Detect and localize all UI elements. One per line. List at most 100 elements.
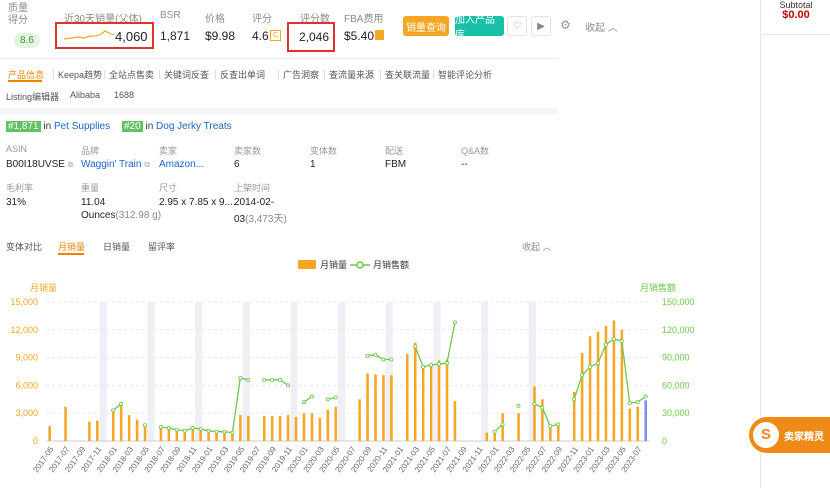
tab-2[interactable]: 全站点售卖 (109, 68, 154, 81)
revenue-point (389, 357, 394, 362)
revenue-point (444, 361, 449, 366)
sales-chart: 0 0 3,000 30,000 6,000 60,000 9,000 90,000 12,00… (10, 259, 694, 474)
heart-icon[interactable]: ♡ (507, 16, 527, 36)
tab-8[interactable]: 智能评论分析 (438, 68, 492, 81)
tab-5[interactable]: 广告洞察 (283, 68, 319, 81)
weight-value-line1: 11.04 (81, 197, 106, 208)
tab-4[interactable]: 反查出单词 (220, 68, 265, 81)
qa-value: -- (461, 159, 468, 170)
tab-3[interactable]: 关键词反查 (164, 68, 209, 81)
revenue-point (643, 394, 648, 399)
sales-bar (501, 413, 504, 441)
sales-bar (374, 374, 377, 441)
chart-collapse-label: 收起 (522, 242, 541, 252)
revenue-point (587, 364, 592, 369)
revenue-point (278, 377, 283, 382)
delivery-value: FBM (385, 159, 407, 170)
seller-count-label: 卖家数 (234, 146, 262, 156)
revenue-point (532, 401, 537, 406)
sales-bar (326, 409, 330, 441)
revenue-point (325, 397, 330, 402)
subtab-3[interactable]: 留评率 (148, 240, 175, 253)
calculator-icon[interactable] (375, 30, 384, 40)
revenue-point (222, 429, 227, 434)
collapse-toggle[interactable]: 收起 ︿ (585, 19, 618, 34)
sales-bar (119, 403, 123, 441)
sales-bar (286, 415, 290, 441)
sales-bar (143, 425, 147, 441)
revenue-point (516, 403, 521, 408)
subtab-0[interactable]: 变体对比 (6, 240, 42, 253)
tab-separator (104, 70, 105, 79)
tab-row2-1[interactable]: Alibaba (70, 90, 100, 100)
tab-separator (380, 70, 381, 79)
listed-value-line1: 2014-02- (234, 197, 275, 208)
sales-bar (239, 415, 242, 441)
rank-dog-jerky: #20 in Dog Jerky Treats (122, 121, 232, 132)
tab-row2-2[interactable]: 1688 (114, 90, 134, 100)
rank-in-text: in (43, 121, 52, 132)
revenue-point (174, 427, 179, 432)
size-label: 尺寸 (159, 183, 178, 193)
sales-bar (48, 426, 51, 441)
revenue-point (381, 357, 386, 362)
sales-query-button[interactable]: 销量查询 (403, 16, 449, 36)
seller-link[interactable]: Amazon... (159, 159, 204, 170)
revenue-point (111, 408, 116, 413)
revenue-point (635, 400, 640, 405)
chart-collapse-toggle[interactable]: 收起 ︿ (522, 240, 552, 253)
revenue-point (452, 320, 457, 325)
size-value: 2.95 x 7.85 x 9.... (159, 197, 236, 208)
revenue-point (365, 353, 370, 358)
sales-bar (533, 386, 536, 441)
tab-6[interactable]: 查流量来源 (329, 68, 374, 81)
brand-link[interactable]: Waggin' Train (81, 159, 141, 170)
tab-7[interactable]: 查关联流量 (385, 68, 430, 81)
highlight-box-sales (55, 22, 154, 49)
revenue-point (611, 337, 616, 342)
y-right-tick: 90,000 (662, 353, 690, 363)
sales-bar (111, 410, 115, 441)
subtab-1[interactable]: 月销量 (58, 240, 85, 253)
sales-bar (485, 432, 489, 441)
category-link-pet-supplies[interactable]: Pet Supplies (54, 121, 110, 132)
brand-value: Waggin' Train ⧉ (81, 159, 150, 170)
revenue-point (603, 342, 608, 347)
sales-bar (247, 415, 250, 441)
copy-icon[interactable]: ⧉ (68, 160, 74, 169)
y-left-tick: 15,000 (10, 297, 38, 307)
brand-widget[interactable]: S 卖家精灵 (749, 417, 830, 453)
legend-revenue-marker (356, 261, 364, 269)
revenue-point (429, 363, 434, 368)
sales-bar (302, 413, 306, 441)
y-right-tick: 0 (662, 436, 667, 446)
revenue-point (619, 338, 624, 343)
seller-label: 卖家 (159, 146, 178, 156)
subtab-2[interactable]: 日销量 (103, 240, 130, 253)
category-link-dog-jerky[interactable]: Dog Jerky Treats (156, 121, 232, 132)
sales-bar (223, 432, 226, 441)
y-right-tick: 30,000 (662, 408, 690, 418)
video-icon[interactable]: ▶ (531, 16, 551, 36)
gear-icon[interactable]: ⚙ (560, 18, 571, 32)
add-to-library-button[interactable]: 加入产品库 (455, 15, 504, 41)
quality-score-badge: 8.6 (14, 33, 40, 48)
tab-row2-0[interactable]: Listing编辑器 (6, 90, 59, 103)
sales-bar (318, 417, 322, 441)
revenue-line (160, 377, 249, 434)
tab-1[interactable]: Keepa趋势 (58, 68, 102, 81)
tab-separator (278, 70, 279, 79)
gap-band (147, 302, 155, 441)
margin-label: 毛利率 (6, 183, 34, 193)
price-label: 价格 (205, 14, 225, 25)
listed-value-line2: 03(3,473天) (234, 210, 287, 225)
rating-info-icon[interactable]: C (270, 30, 281, 41)
revenue-point (230, 430, 235, 435)
external-link-icon[interactable]: ⧉ (144, 160, 150, 169)
sales-bar (421, 365, 425, 441)
revenue-point (214, 429, 219, 434)
sales-bar (310, 413, 314, 441)
variant-count-value: 1 (310, 159, 316, 170)
y-left-tick: 0 (33, 436, 38, 446)
rank-in-text: in (145, 121, 154, 132)
